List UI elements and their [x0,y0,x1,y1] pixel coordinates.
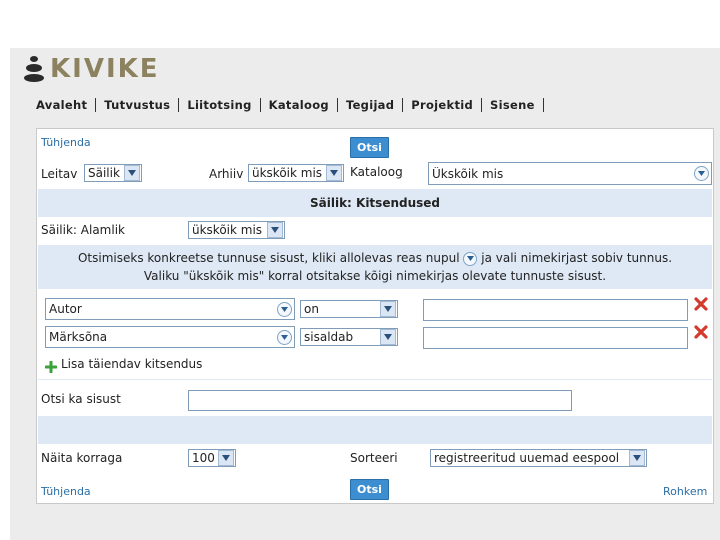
nav-item-tegijad[interactable]: Tegijad [338,98,402,112]
dropdown-circle-icon [277,329,292,345]
chevron-down-icon [267,222,283,238]
chevron-down-icon [218,450,234,466]
stones-logo-icon [24,55,46,83]
delete-criteria-icon[interactable] [694,325,708,339]
criteria-operator-value: sisaldab [304,330,354,344]
add-criteria-link[interactable]: Lisa täiendav kitsendus [61,357,202,371]
nav-item-avaleht[interactable]: Avaleht [28,98,95,112]
nav-item-tutvustus[interactable]: Tutvustus [96,98,178,112]
dropdown-circle-icon [277,301,292,317]
arhiiv-label: Arhiiv [209,167,244,181]
section-title: Säilik: Kitsendused [309,196,440,210]
info-line1-start: Otsimiseks konkreetse tunnuse sisust, kl… [77,251,460,265]
info-line2: Valiku "ükskõik mis" korral otsitakse kõ… [143,269,607,283]
criteria-field-select[interactable]: Märksõna [45,326,295,348]
alamlik-label: Säilik: Alamlik [41,223,125,237]
arhiiv-select[interactable]: ükskõik mis [248,164,344,182]
chevron-down-icon [629,450,645,466]
sort-value: registreeritud uuemad eespool [434,451,620,465]
chevron-down-icon [380,329,396,345]
alamlik-select[interactable]: ükskõik mis [188,221,285,239]
search-form: Tühjenda Otsi Leitav Säilik Arhiiv ükskõ… [36,128,714,504]
nav-item-projektid[interactable]: Projektid [403,98,481,112]
sort-select[interactable]: registreeritud uuemad eespool [430,449,647,467]
nav-divider [542,98,544,112]
chevron-down-icon [124,165,140,181]
chevron-down-icon [326,165,342,181]
chevron-down-icon [380,301,396,317]
plus-icon[interactable] [45,361,57,373]
kataloog-select[interactable]: Ükskõik mis [428,162,712,185]
dropdown-circle-icon [694,166,709,181]
info-text: Otsimiseks konkreetse tunnuse sisust, kl… [38,245,712,285]
nav-item-sisene[interactable]: Sisene [482,98,543,112]
sort-label: Sorteeri [350,451,398,465]
logo-text: KIVIKE [50,54,160,84]
alamlik-value: ükskõik mis [192,223,263,237]
site-logo[interactable]: KIVIKE [24,54,160,84]
criteria-value-input[interactable] [423,299,688,321]
criteria-operator-select[interactable]: on [300,300,398,318]
info-line1-end: ja vali nimekirjast sobiv tunnus. [481,251,673,265]
display-count-value: 100 [192,451,215,465]
criteria-field-value: Autor [49,302,82,316]
leitav-label: Leitav [41,167,78,181]
criteria-operator-select[interactable]: sisaldab [300,328,398,346]
clear-link-top[interactable]: Tühjenda [41,136,91,149]
kataloog-value: Ükskõik mis [432,166,504,181]
info-band: Otsimiseks konkreetse tunnuse sisust, kl… [38,245,712,289]
criteria-field-select[interactable]: Autor [45,298,295,320]
display-count-select[interactable]: 100 [188,449,236,467]
nav-item-kataloog[interactable]: Kataloog [261,98,337,112]
criteria-operator-value: on [304,302,319,316]
content-search-input[interactable] [188,390,572,411]
nav-item-liitotsing[interactable]: Liitotsing [179,98,259,112]
display-count-label: Näita korraga [41,451,123,465]
dropdown-circle-icon [463,251,478,266]
spacer-band [38,416,712,444]
criteria-value-input[interactable] [423,327,688,349]
content-search-label: Otsi ka sisust [41,392,121,406]
kataloog-label: Kataloog [350,165,403,179]
delete-criteria-icon[interactable] [694,297,708,311]
leitav-select[interactable]: Säilik [84,164,142,182]
arhiiv-value: ükskõik mis [252,166,323,180]
more-link[interactable]: Rohkem [663,485,707,498]
criteria-field-value: Märksõna [49,330,108,344]
leitav-value: Säilik [88,166,120,180]
search-button-top[interactable]: Otsi [350,137,389,158]
search-button-bottom[interactable]: Otsi [350,479,389,500]
divider [38,379,712,380]
section-band: Säilik: Kitsendused [38,189,712,217]
clear-link-bottom[interactable]: Tühjenda [41,485,91,498]
main-nav: Avaleht Tutvustus Liitotsing Kataloog Te… [28,98,544,112]
